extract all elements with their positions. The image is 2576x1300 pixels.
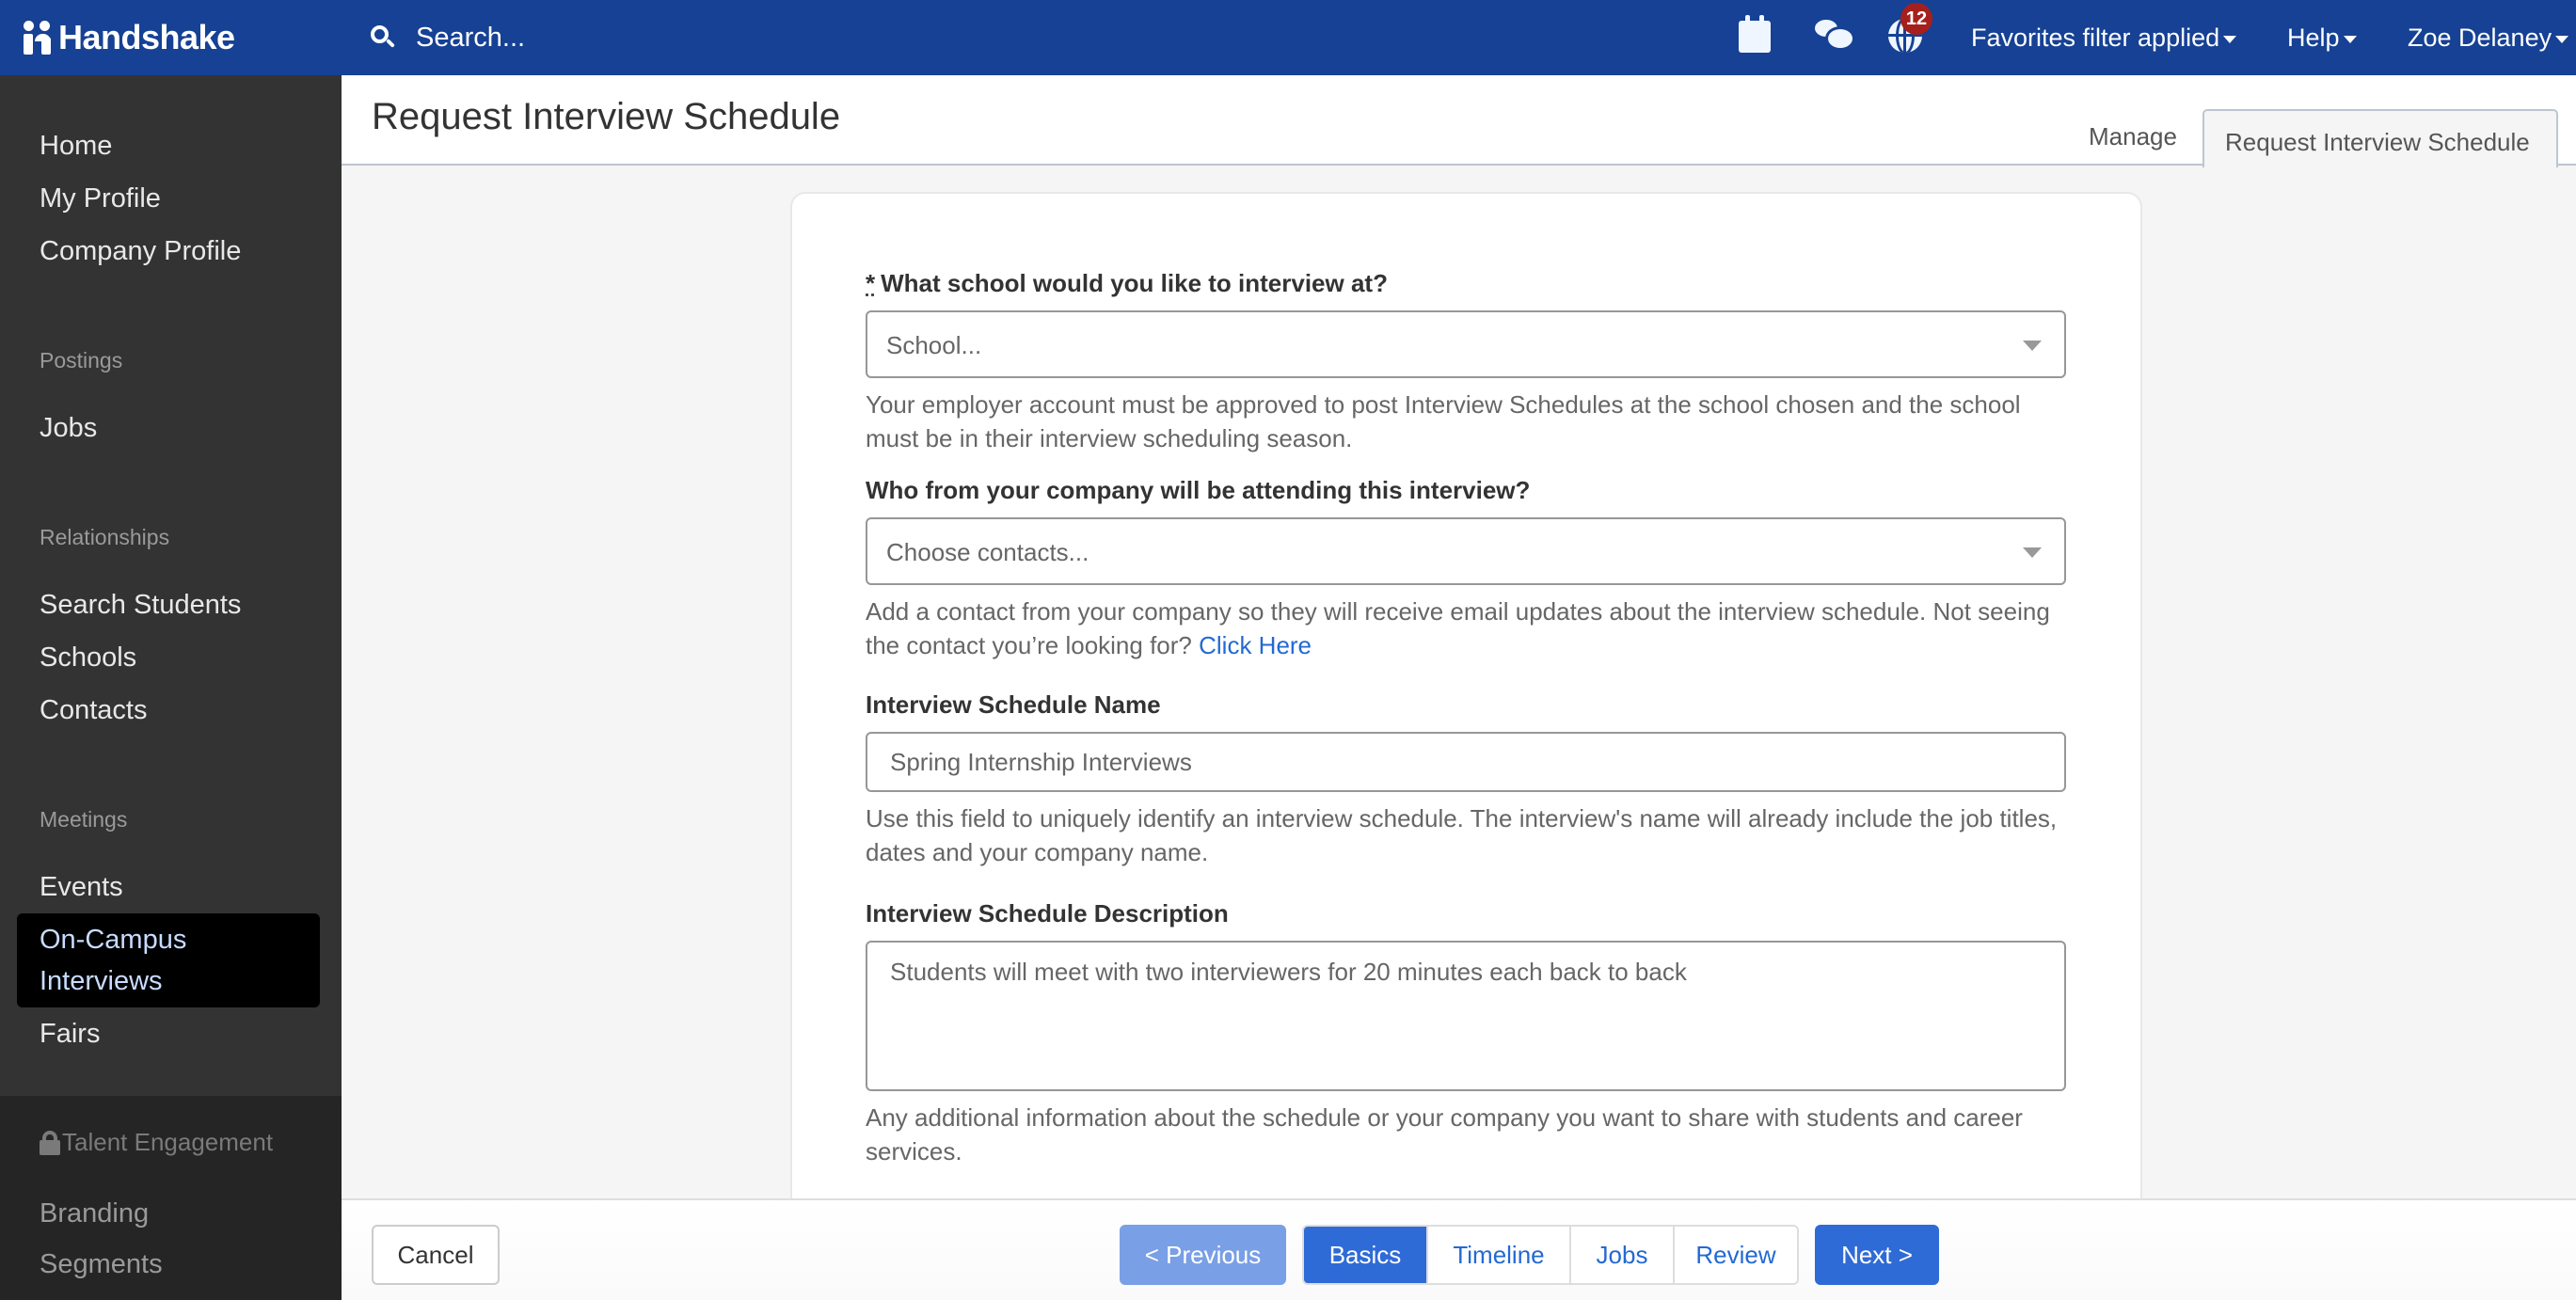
school-select-placeholder: School...	[886, 331, 982, 359]
cancel-button[interactable]: Cancel	[372, 1225, 500, 1285]
help-label: Help	[2287, 23, 2340, 52]
school-select[interactable]: School...	[866, 310, 2066, 378]
talent-engagement-label: Talent Engagement	[62, 1128, 274, 1156]
top-navbar: Handshake 12 Favorites filter applied He…	[0, 0, 2576, 75]
user-name: Zoe Delaney	[2408, 23, 2552, 52]
sidebar-heading-postings: Postings	[40, 348, 123, 373]
sidebar-item-my-profile[interactable]: My Profile	[40, 179, 161, 218]
schedule-name-help-text: Use this field to uniquely identify an i…	[866, 804, 2058, 866]
sidebar-item-label: On-Campus Interviews	[40, 925, 187, 996]
schedule-name-input[interactable]	[866, 732, 2066, 792]
search-input[interactable]	[416, 22, 980, 54]
sidebar-item-events[interactable]: Events	[40, 867, 123, 907]
sidebar-item-home[interactable]: Home	[40, 126, 112, 166]
sidebar-heading-relationships: Relationships	[40, 525, 170, 549]
sidebar-item-segments[interactable]: Segments	[40, 1245, 163, 1284]
user-menu[interactable]: Zoe Delaney	[2408, 15, 2569, 60]
favorites-filter-menu[interactable]: Favorites filter applied	[1971, 15, 2237, 60]
contacts-select[interactable]: Choose contacts...	[866, 517, 2066, 585]
step-basics[interactable]: Basics	[1304, 1227, 1426, 1283]
step-jobs[interactable]: Jobs	[1569, 1227, 1673, 1283]
page-title: Request Interview Schedule	[372, 96, 841, 137]
contacts-help-text: Add a contact from your company so they …	[866, 597, 2050, 659]
help-menu[interactable]: Help	[2287, 15, 2357, 60]
search-icon	[369, 24, 397, 52]
handshake-logo-icon	[23, 21, 53, 55]
contacts-select-placeholder: Choose contacts...	[886, 538, 1089, 566]
calendar-icon[interactable]	[1739, 15, 1773, 56]
step-review[interactable]: Review	[1673, 1227, 1797, 1283]
handshake-logo[interactable]: Handshake	[23, 15, 235, 60]
contacts-field-label: Who from your company will be attending …	[866, 476, 1531, 504]
sidebar-item-branding[interactable]: Branding	[40, 1194, 149, 1233]
page-header: Request Interview Schedule Manage Reques…	[342, 75, 2576, 167]
previous-button[interactable]: < Previous	[1120, 1225, 1286, 1285]
schedule-description-textarea[interactable]: Students will meet with two interviewers…	[866, 941, 2066, 1091]
wizard-steps: Basics Timeline Jobs Review	[1302, 1225, 1799, 1285]
global-search[interactable]	[369, 15, 1027, 60]
school-help-text: Your employer account must be approved t…	[866, 390, 2021, 452]
sidebar-locked-section: Talent Engagement Branding Segments	[0, 1096, 342, 1300]
next-button[interactable]: Next >	[1815, 1225, 1939, 1285]
required-mark: *	[866, 269, 876, 297]
sidebar-item-jobs[interactable]: Jobs	[40, 408, 97, 448]
school-field-label: * What school would you like to interview…	[866, 269, 1388, 297]
sidebar-item-schools[interactable]: Schools	[40, 638, 136, 677]
wizard-footer: Cancel < Previous Basics Timeline Jobs R…	[342, 1198, 2576, 1300]
caret-down-icon	[2223, 36, 2237, 43]
dropdown-arrow-icon	[2023, 341, 2042, 351]
dropdown-arrow-icon	[2023, 547, 2042, 558]
lock-icon	[40, 1130, 60, 1155]
sidebar-item-on-campus-interviews[interactable]: On-Campus Interviews	[17, 913, 320, 1007]
step-timeline[interactable]: Timeline	[1426, 1227, 1569, 1283]
caret-down-icon	[2555, 36, 2569, 43]
sidebar-item-search-students[interactable]: Search Students	[40, 585, 241, 625]
brand-name: Handshake	[58, 18, 235, 56]
schedule-name-label: Interview Schedule Name	[866, 690, 1161, 719]
schedule-description-help-text: Any additional information about the sch…	[866, 1103, 2023, 1165]
tab-request-interview-schedule[interactable]: Request Interview Schedule	[2202, 109, 2558, 167]
request-form-card: * What school would you like to interview…	[790, 192, 2142, 1217]
sidebar-item-contacts[interactable]: Contacts	[40, 690, 147, 730]
sidebar-item-company-profile[interactable]: Company Profile	[40, 231, 241, 271]
sidebar-heading-talent-engagement: Talent Engagement	[40, 1128, 273, 1157]
notification-badge: 12	[1900, 3, 1932, 35]
sidebar-heading-meetings: Meetings	[40, 807, 128, 832]
click-here-link[interactable]: Click Here	[1199, 631, 1312, 659]
sidebar-item-fairs[interactable]: Fairs	[40, 1014, 100, 1054]
caret-down-icon	[2343, 36, 2357, 43]
schedule-description-label: Interview Schedule Description	[866, 899, 1229, 927]
chat-icon[interactable]	[1812, 15, 1857, 56]
tab-manage[interactable]: Manage	[2089, 122, 2177, 151]
favorites-filter-label: Favorites filter applied	[1971, 23, 2220, 52]
